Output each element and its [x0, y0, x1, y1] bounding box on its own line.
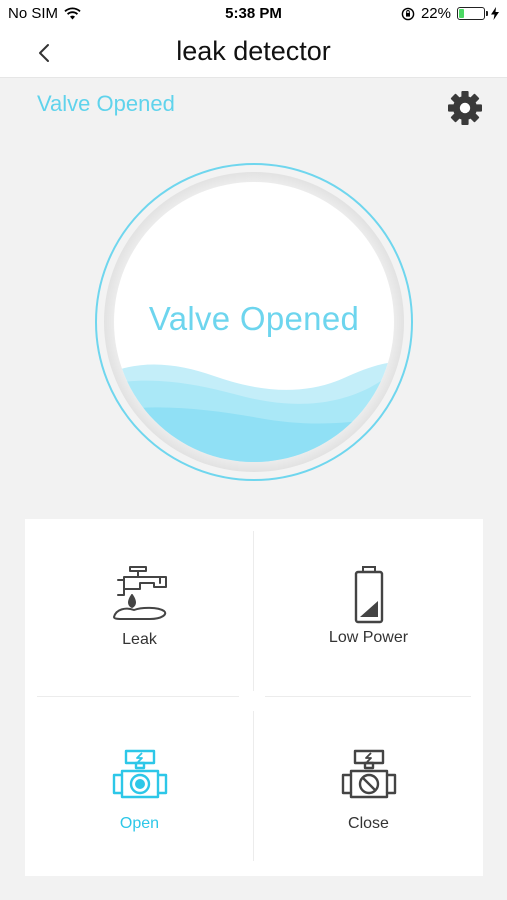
leak-tile[interactable]: Leak	[25, 519, 254, 697]
valve-closed-icon	[341, 749, 396, 799]
open-valve-button[interactable]: Open	[25, 697, 254, 875]
low-power-tile[interactable]: Low Power	[254, 519, 483, 697]
gear-icon	[448, 91, 482, 125]
nav-bar: leak detector	[0, 28, 507, 78]
valve-status-text: Valve Opened	[37, 91, 175, 116]
open-label: Open	[119, 815, 160, 832]
close-valve-button[interactable]: Close	[254, 697, 483, 875]
settings-button[interactable]	[446, 89, 484, 127]
valve-gauge: Valve Opened	[94, 162, 414, 482]
valve-open-icon	[112, 749, 167, 799]
leaking-faucet-icon	[112, 566, 167, 620]
orientation-lock-icon	[401, 7, 415, 20]
status-bar: No SIM 5:38 PM 22%	[0, 0, 507, 28]
close-label: Close	[348, 815, 389, 832]
low-battery-icon	[354, 566, 383, 624]
control-panel: Leak Low Power Open Close	[25, 519, 483, 876]
battery-icon	[457, 7, 488, 20]
battery-level-fill	[459, 9, 465, 18]
page-title: leak detector	[176, 36, 331, 66]
battery-percent: 22%	[420, 5, 451, 22]
charging-bolt-icon	[491, 7, 499, 20]
gauge-status-label: Valve Opened	[148, 300, 360, 337]
status-right-group: 22%	[401, 5, 499, 22]
low-power-label: Low Power	[328, 629, 409, 646]
leak-label: Leak	[122, 631, 157, 648]
